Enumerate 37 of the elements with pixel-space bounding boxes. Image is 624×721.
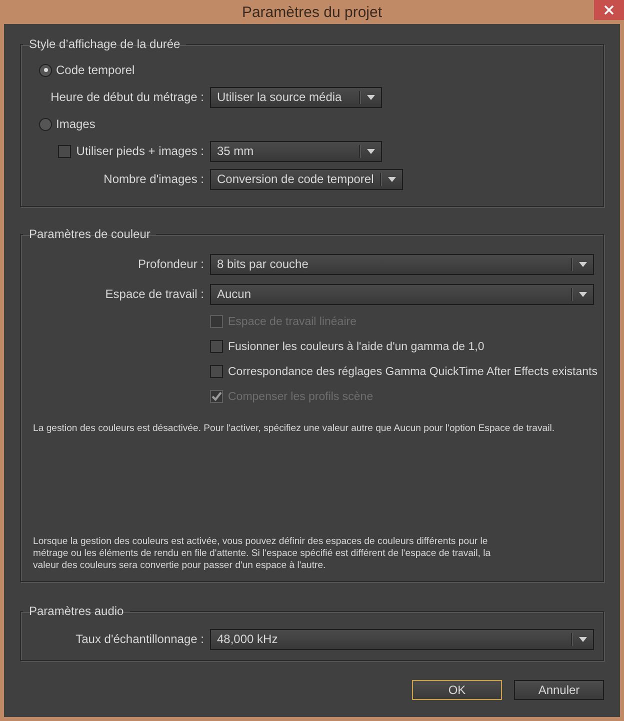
field-label: Heure de début du métrage : [50,90,204,104]
field-label: Espace de travail : [104,287,204,301]
radio-button[interactable] [39,118,52,130]
close-icon [604,5,614,15]
field-label: Nombre d'images : [102,172,204,186]
info-text: La gestion des couleurs est désactivée. Pour l'activer, spécifiez une valeur autre que Aucun pour l'option Espace de travail. [33,423,556,435]
field-label: Profondeur : [136,257,204,271]
dropdown[interactable]: Conversion de code temporel [210,168,403,190]
dropdown[interactable]: 35 mm [210,140,382,162]
radio-button[interactable] [39,64,52,76]
ok-button[interactable]: OK [412,680,502,700]
dropdown[interactable]: Aucun [210,284,594,304]
caret-icon [579,292,587,296]
checkbox-label: Fusionner les couleurs à l'aide d'un gamma de 1,0 [228,340,484,352]
section-title: Paramètres audio [28,604,125,618]
dropdown[interactable]: 8 bits par couche [210,254,594,274]
caret-icon [367,94,375,100]
section-title: Paramètres de couleur [28,227,152,241]
field-label: Taux d'échantillonnage : [74,632,204,646]
checkbox[interactable] [210,365,223,378]
caret-icon [367,148,375,154]
radio-label: Code temporel [56,63,135,77]
caret-icon [388,176,396,182]
caret-icon [579,262,587,266]
section-title: Style d’affichage de la durée [28,37,182,51]
window-title: Paramètres du projet [242,4,382,20]
checkbox-label: Correspondance des réglages Gamma QuickTime After Effects existants [228,366,598,378]
checkbox[interactable] [58,144,72,158]
cancel-button[interactable]: Annuler [514,680,604,700]
checkbox[interactable] [210,340,223,353]
close-button[interactable] [594,0,624,20]
caret-icon [579,636,587,642]
info-text: Lorsque la gestion des couleurs est activée, vous pouvez définir des espaces de couleurs différents pour le métrage ou les éléments de rendu en file d'attente. Si l'espace spécifié est différent de l'espace de travail, la valeur des couleurs sera convertie pour passer d'un espace à l'autre. [33,536,492,572]
radio-label: Images [56,117,96,131]
dropdown[interactable]: 48,000 kHz [210,628,594,650]
dropdown[interactable]: Utiliser la source média [210,86,382,108]
checkbox-label: Utiliser pieds + images : [76,144,204,158]
